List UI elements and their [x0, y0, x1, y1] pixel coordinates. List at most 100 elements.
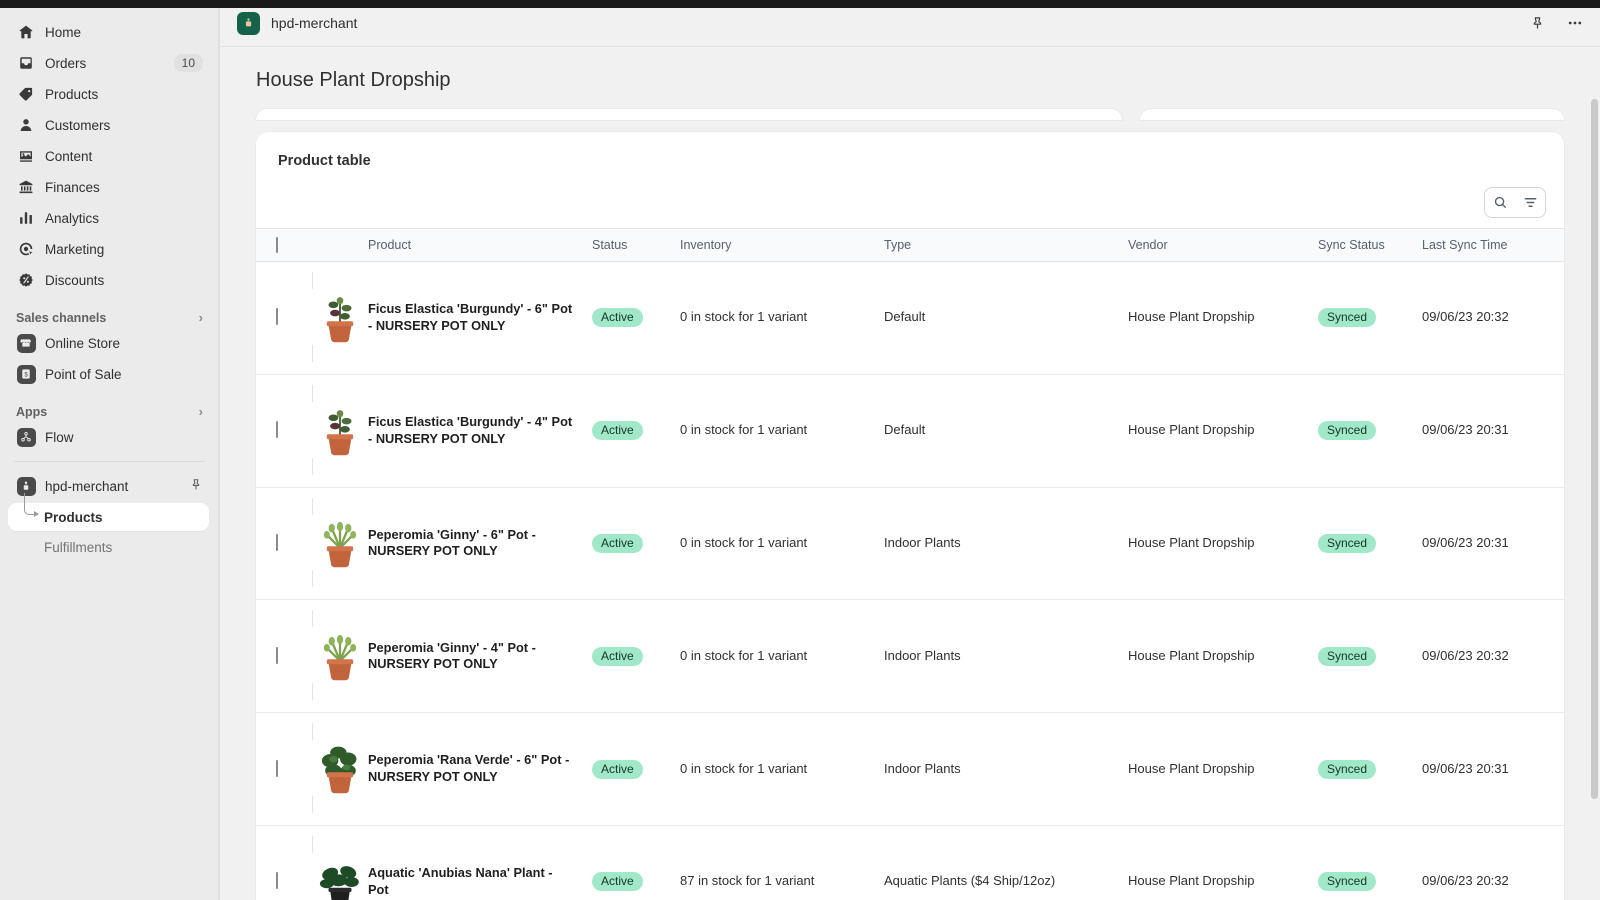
inventory-cell: 0 in stock for 1 variant — [680, 487, 884, 601]
row-checkbox[interactable] — [276, 308, 278, 326]
chevron-right-icon[interactable]: › — [199, 310, 203, 325]
column-header-product[interactable]: Product — [368, 228, 592, 262]
column-header-last-sync-time[interactable]: Last Sync Time — [1422, 228, 1564, 262]
vendor-cell: House Plant Dropship — [1128, 599, 1318, 714]
select-all-checkbox[interactable] — [276, 237, 278, 253]
pin-icon[interactable] — [189, 478, 203, 495]
sidebar-item-orders[interactable]: Orders 10 — [8, 49, 211, 77]
app-plant-icon — [237, 11, 260, 35]
table-header-row: Product Status Inventory Type Vendor Syn… — [256, 228, 1564, 262]
sync-status-badge: Synced — [1318, 646, 1377, 666]
hpd-merchant-label: hpd-merchant — [45, 478, 129, 494]
type-cell: Aquatic Plants ($4 Ship/12oz) — [884, 825, 1128, 900]
row-checkbox[interactable] — [276, 421, 278, 439]
sidebar-subitem-fulfillments[interactable]: Fulfillments — [8, 533, 209, 561]
sidebar-item-discounts[interactable]: Discounts — [8, 266, 211, 294]
status-badge: Active — [592, 646, 643, 666]
online-store-icon — [16, 333, 36, 353]
product-table-card: Product table Product Status Inventory T… — [256, 132, 1564, 900]
table-row[interactable]: Peperomia 'Ginny' - 4" Pot - NURSERY POT… — [256, 599, 1564, 714]
sidebar-item-point-of-sale[interactable]: $ Point of Sale — [8, 360, 211, 388]
product-name-cell[interactable]: Peperomia 'Rana Verde' - 6" Pot - NURSER… — [368, 712, 592, 826]
status-badge: Active — [592, 421, 643, 441]
sidebar-divider — [14, 461, 205, 462]
more-menu-icon[interactable] — [1564, 12, 1586, 34]
table-head: Product Status Inventory Type Vendor Syn… — [256, 228, 1564, 262]
inventory-cell: 0 in stock for 1 variant — [680, 599, 884, 714]
sidebar-item-products[interactable]: Products — [8, 80, 211, 108]
status-cell: Active — [592, 599, 680, 714]
row-checkbox[interactable] — [276, 646, 278, 664]
search-icon[interactable] — [1485, 188, 1515, 217]
row-thumbnail-cell — [312, 599, 368, 714]
search-filter-button-group — [1484, 187, 1546, 218]
status-cell: Active — [592, 374, 680, 488]
column-header-sync-status[interactable]: Sync Status — [1318, 228, 1422, 262]
flow-icon — [16, 427, 36, 447]
sync-status-cell: Synced — [1318, 374, 1422, 488]
status-cell: Active — [592, 487, 680, 601]
ficus-burgundy-plant-thumbnail — [312, 384, 368, 475]
sidebar-item-home[interactable]: Home — [8, 18, 211, 46]
table-row[interactable]: Peperomia 'Ginny' - 6" Pot - NURSERY POT… — [256, 487, 1564, 601]
sidebar-section-apps[interactable]: Apps › — [16, 404, 203, 419]
sidebar-item-marketing[interactable]: Marketing — [8, 235, 211, 263]
page-title: House Plant Dropship — [256, 69, 451, 91]
sidebar-item-finances[interactable]: Finances — [8, 173, 211, 201]
marketing-target-icon — [16, 239, 36, 259]
product-name-cell[interactable]: Peperomia 'Ginny' - 6" Pot - NURSERY POT… — [368, 487, 592, 601]
sidebar-item-label: Flow — [45, 429, 74, 445]
customers-person-icon — [16, 115, 36, 135]
last-sync-time-cell: 09/06/23 20:32 — [1422, 261, 1564, 375]
row-select-cell — [256, 261, 312, 375]
sidebar-item-analytics[interactable]: Analytics — [8, 204, 211, 232]
sales-channels-heading: Sales channels — [16, 310, 107, 325]
table-row[interactable]: Ficus Elastica 'Burgundy' - 4" Pot - NUR… — [256, 374, 1564, 488]
product-name: Ficus Elastica 'Burgundy' - 6" Pot - NUR… — [368, 301, 573, 333]
row-checkbox[interactable] — [276, 759, 278, 777]
main-content: hpd-merchant House Plant Dropship Produc… — [220, 0, 1600, 900]
sidebar-main-nav: Home Orders 10 Products Customers Content Fina… — [0, 18, 219, 294]
vendor-cell: House Plant Dropship — [1128, 374, 1318, 488]
sidebar-item-badge: 10 — [173, 54, 203, 72]
card-stub-left — [256, 109, 1122, 120]
sidebar-item-label: Analytics — [45, 210, 100, 226]
product-name-cell[interactable]: Ficus Elastica 'Burgundy' - 6" Pot - NUR… — [368, 261, 592, 375]
page-scrollbar-thumb[interactable] — [1591, 99, 1598, 799]
column-header-status[interactable]: Status — [592, 228, 680, 262]
sync-status-badge: Synced — [1318, 759, 1377, 779]
sidebar-subitem-label: Fulfillments — [44, 539, 113, 555]
sidebar-item-label: Online Store — [45, 335, 121, 351]
table-row[interactable]: Peperomia 'Rana Verde' - 6" Pot - NURSER… — [256, 712, 1564, 826]
sidebar-item-online-store[interactable]: Online Store — [8, 329, 211, 357]
sidebar-section-sales-channels[interactable]: Sales channels › — [16, 310, 203, 325]
type-cell: Default — [884, 374, 1128, 488]
row-checkbox[interactable] — [276, 872, 278, 890]
sidebar-item-flow[interactable]: Flow — [8, 423, 211, 451]
sidebar-item-customers[interactable]: Customers — [8, 111, 211, 139]
sync-status-badge: Synced — [1318, 308, 1377, 328]
sidebar-apps-list: Flow — [0, 423, 219, 451]
chevron-right-icon[interactable]: › — [199, 404, 203, 419]
row-checkbox[interactable] — [276, 534, 278, 551]
pin-icon[interactable] — [1526, 12, 1548, 34]
filter-icon[interactable] — [1515, 188, 1545, 217]
sub-branch-arrow-icon — [24, 493, 39, 518]
row-select-cell — [256, 599, 312, 714]
sidebar-subitem-products[interactable]: Products — [8, 493, 209, 531]
table-row[interactable]: Ficus Elastica 'Burgundy' - 6" Pot - NUR… — [256, 261, 1564, 375]
product-name-cell[interactable]: Aquatic 'Anubias Nana' Plant - Pot — [368, 825, 592, 900]
sidebar-item-label: Content — [45, 148, 93, 164]
sidebar-item-hpd-merchant[interactable]: hpd-merchant — [8, 472, 211, 500]
product-name-cell[interactable]: Peperomia 'Ginny' - 4" Pot - NURSERY POT… — [368, 599, 592, 714]
column-header-vendor[interactable]: Vendor — [1128, 228, 1318, 262]
last-sync-time-cell: 09/06/23 20:32 — [1422, 599, 1564, 714]
table-row[interactable]: Aquatic 'Anubias Nana' Plant - Pot Active… — [256, 825, 1564, 900]
column-header-type[interactable]: Type — [884, 228, 1128, 262]
product-name-cell[interactable]: Ficus Elastica 'Burgundy' - 4" Pot - NUR… — [368, 374, 592, 488]
type-cell: Default — [884, 261, 1128, 375]
point-of-sale-icon: $ — [16, 364, 36, 384]
products-tag-icon — [16, 84, 36, 104]
column-header-inventory[interactable]: Inventory — [680, 228, 884, 262]
sidebar-item-content[interactable]: Content — [8, 142, 211, 170]
